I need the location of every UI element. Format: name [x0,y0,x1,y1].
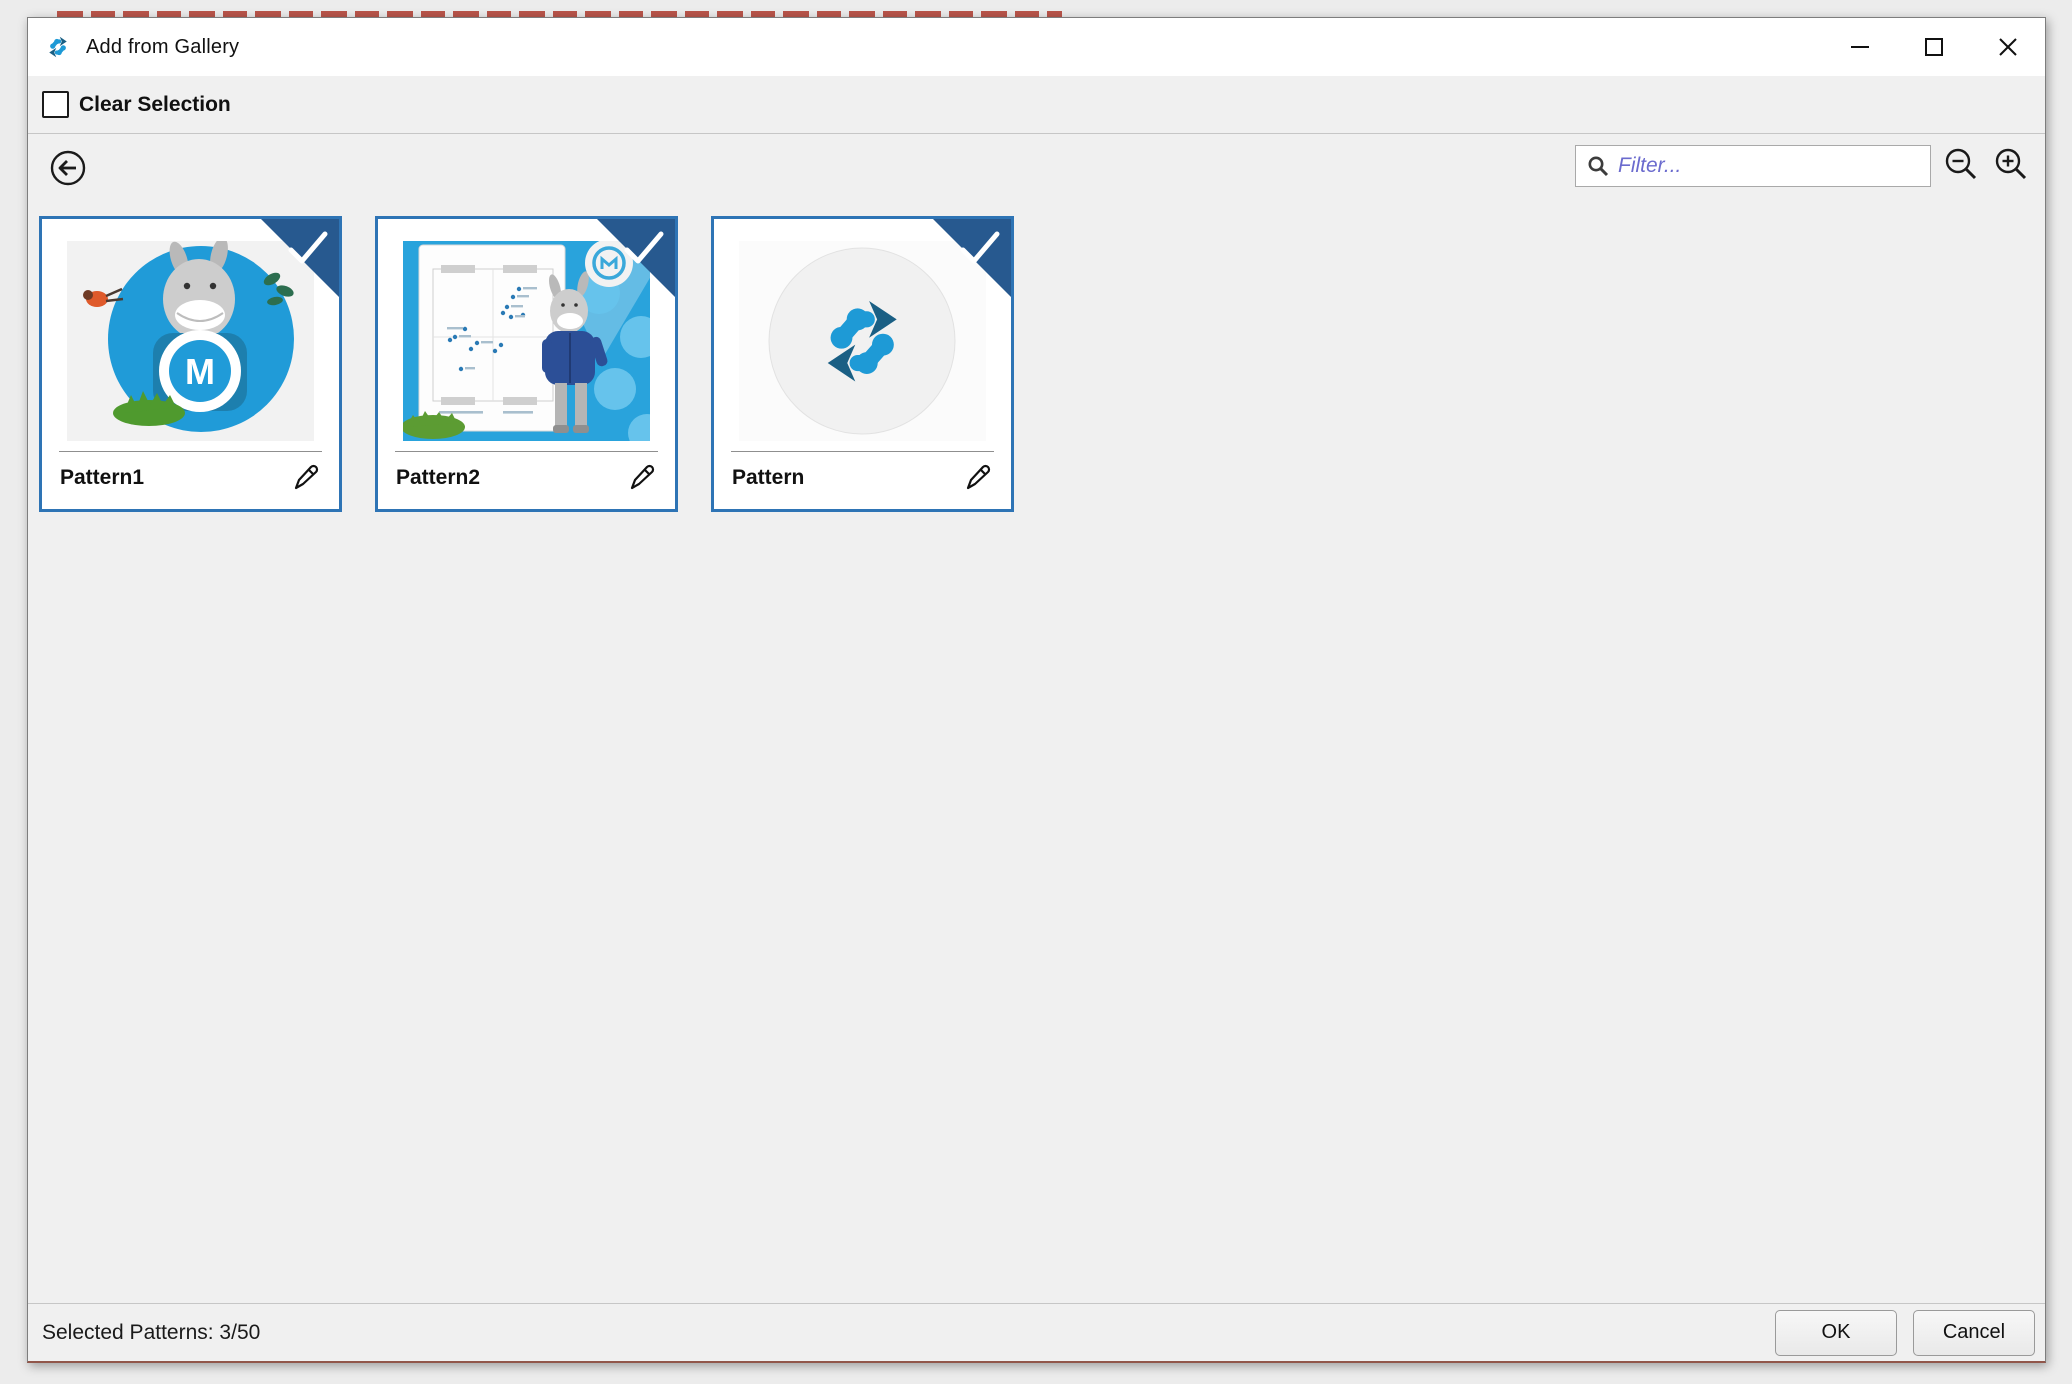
maximize-button[interactable] [1897,18,1971,76]
card-footer: Pattern2 [396,456,659,500]
footer-buttons: OK Cancel [1775,1310,2035,1356]
pattern-label: Pattern1 [60,466,144,490]
selection-bar: Clear Selection [28,76,2045,134]
card-divider [395,451,658,452]
pattern-card-grid: M Pattern1 [39,216,1014,512]
svg-text:M: M [185,351,215,392]
checkmark-icon [957,228,1003,268]
ok-button[interactable]: OK [1775,1310,1897,1356]
filter-box [1575,145,1931,187]
pattern-card-pattern1[interactable]: M Pattern1 [39,216,342,512]
search-icon [1586,154,1610,178]
add-from-gallery-dialog: Add from Gallery Clear Selection [27,17,2046,1363]
window-title: Add from Gallery [86,36,239,59]
pattern-card-pattern[interactable]: Pattern [711,216,1014,512]
close-button[interactable] [1971,18,2045,76]
edit-pattern-button[interactable] [623,460,659,496]
card-divider [59,451,322,452]
gallery-panel: M Pattern1 [28,134,2045,1303]
back-button[interactable] [48,148,88,188]
selected-count-status: Selected Patterns: 3/50 [42,1321,260,1345]
filter-toolbar [1575,145,2031,187]
edit-pattern-button[interactable] [959,460,995,496]
zoom-out-button[interactable] [1941,146,1981,186]
dialog-footer: Selected Patterns: 3/50 OK Cancel [28,1303,2045,1361]
cancel-button[interactable]: Cancel [1913,1310,2035,1356]
zoom-in-button[interactable] [1991,146,2031,186]
card-divider [731,451,994,452]
checkmark-icon [285,228,331,268]
filter-input[interactable] [1618,154,1920,178]
window-controls [1823,18,2045,76]
card-footer: Pattern1 [60,456,323,500]
pattern-sync-icon [44,33,72,61]
whiteboard-chart [419,245,565,431]
pattern-label: Pattern [732,466,804,490]
title-bar: Add from Gallery [28,18,2045,76]
clear-selection-label: Clear Selection [79,93,231,117]
minimize-button[interactable] [1823,18,1897,76]
card-footer: Pattern [732,456,995,500]
clear-selection-checkbox[interactable] [42,91,69,118]
checkmark-icon [621,228,667,268]
pattern-card-pattern2[interactable]: Pattern2 [375,216,678,512]
pattern-label: Pattern2 [396,466,480,490]
edit-pattern-button[interactable] [287,460,323,496]
